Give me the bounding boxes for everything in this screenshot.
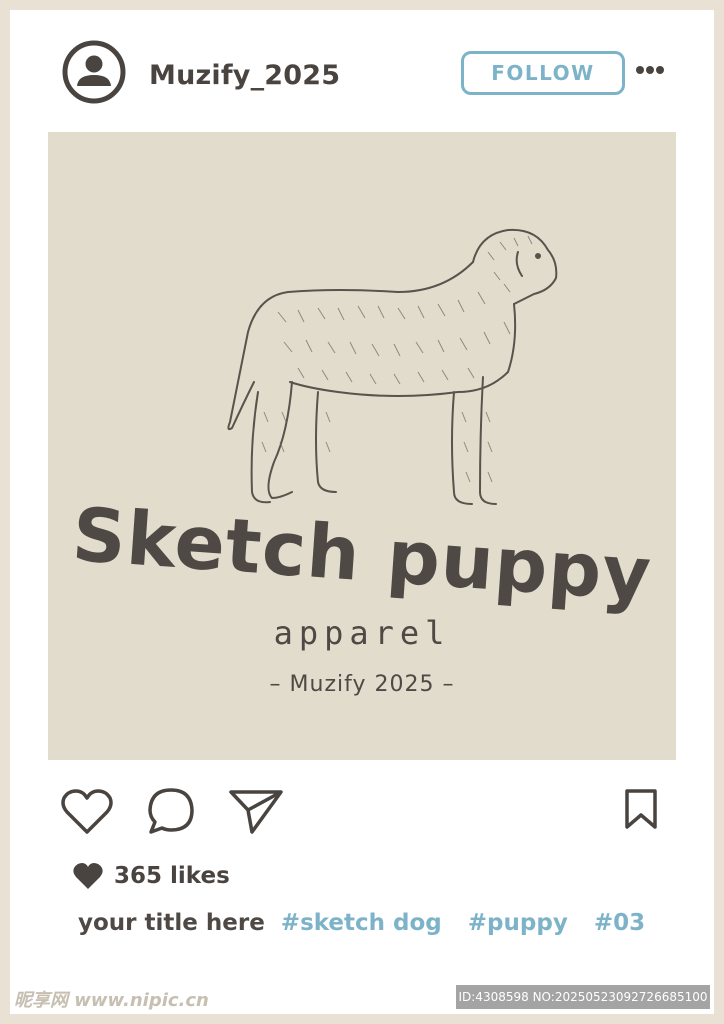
more-button[interactable] (635, 62, 665, 78)
site-watermark: 昵享网 www.nipic.cn (14, 990, 209, 1011)
save-button[interactable] (623, 788, 659, 834)
hashtag-link[interactable]: #puppy (468, 910, 568, 936)
hashtag-link[interactable]: #03 (594, 910, 645, 936)
likes-row: 365 likes (72, 862, 230, 890)
user-avatar-icon (62, 40, 126, 104)
likes-count[interactable]: 365 likes (114, 863, 230, 889)
like-button[interactable] (60, 788, 114, 840)
image-id-watermark: ID:4308598 NO:20250523092726685100 (456, 985, 710, 1009)
caption-title: your title here (78, 910, 265, 936)
brand-credit: – Muzify 2025 – (269, 672, 455, 697)
heart-outline-icon (61, 789, 113, 834)
hashtag-link[interactable]: #sketch dog (281, 910, 442, 936)
avatar[interactable] (62, 40, 126, 104)
post-image[interactable]: Sketch puppy apparel – Muzify 2025 – (48, 132, 676, 760)
comment-button[interactable] (146, 786, 196, 840)
comment-bubble-icon (148, 788, 194, 834)
brand-subtitle: apparel (273, 614, 451, 652)
username[interactable]: Muzify_2025 (149, 60, 340, 91)
dog-sketch-illustration (227, 228, 558, 505)
share-button[interactable] (228, 788, 284, 840)
caption: your title here #sketch dog #puppy #03 (78, 910, 671, 936)
heart-filled-icon (73, 863, 103, 889)
paper-plane-icon (229, 790, 283, 834)
bookmark-icon (625, 789, 657, 829)
post-card: Muzify_2025 FOLLOW Sketch puppy apparel … (10, 10, 714, 1014)
follow-button[interactable]: FOLLOW (461, 51, 625, 95)
more-horizontal-icon (636, 66, 664, 74)
